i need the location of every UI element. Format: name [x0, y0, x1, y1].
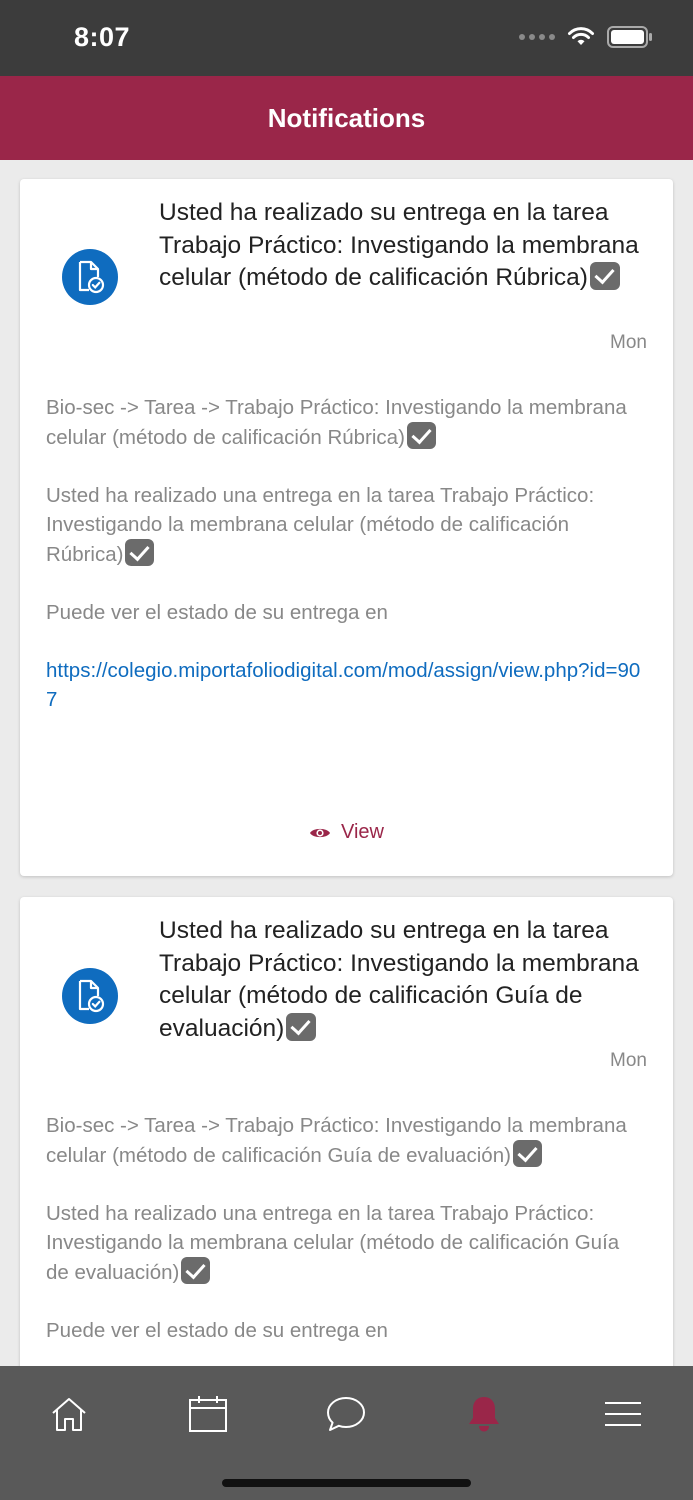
- notification-title: Usted ha realizado su entrega en la tare…: [159, 199, 639, 291]
- submission-link[interactable]: https://colegio.miportafoliodigital.com/…: [46, 659, 640, 711]
- chat-icon: [327, 1397, 365, 1431]
- notification-message: Usted ha realizado una entrega en la tar…: [46, 1202, 620, 1284]
- wifi-icon: [568, 27, 594, 45]
- notification-context: Bio-sec -> Tarea -> Trabajo Práctico: In…: [46, 396, 627, 449]
- view-button-label: View: [341, 821, 384, 843]
- page-title: Notifications: [267, 102, 426, 133]
- notification-message: Usted ha realizado una entrega en la tar…: [46, 484, 595, 566]
- checkbox-emoji-icon: [512, 1140, 542, 1167]
- notification-card[interactable]: Usted ha realizado su entrega en la tare…: [20, 897, 673, 1366]
- checkbox-emoji-icon: [181, 1257, 211, 1284]
- checkbox-emoji-icon: [286, 1012, 317, 1041]
- notification-body: Bio-sec -> Tarea -> Trabajo Práctico: In…: [46, 1111, 647, 1366]
- assignment-submitted-icon: [62, 968, 118, 1024]
- home-indicator: [222, 1479, 471, 1487]
- signal-icon: [519, 34, 555, 40]
- battery-icon: [607, 26, 652, 48]
- bell-icon: [469, 1397, 499, 1432]
- app-header: Notifications: [0, 76, 693, 160]
- notification-body: Bio-sec -> Tarea -> Trabajo Práctico: In…: [46, 393, 647, 743]
- notification-status-text: Puede ver el estado de su entrega en: [46, 1319, 388, 1342]
- checkbox-emoji-icon: [589, 262, 620, 290]
- tab-home[interactable]: [41, 1388, 97, 1440]
- status-time: 8:07: [74, 22, 131, 52]
- tab-notifications[interactable]: [456, 1388, 512, 1440]
- checkbox-emoji-icon: [406, 422, 436, 449]
- notification-title: Usted ha realizado su entrega en la tare…: [159, 917, 639, 1042]
- notification-time: Mon: [610, 332, 647, 353]
- tab-more[interactable]: [595, 1388, 651, 1440]
- notifications-list[interactable]: Usted ha realizado su entrega en la tare…: [0, 160, 693, 1366]
- notification-context: Bio-sec -> Tarea -> Trabajo Práctico: In…: [46, 1114, 627, 1167]
- tab-calendar[interactable]: [180, 1388, 236, 1440]
- assignment-submitted-icon: [62, 249, 118, 305]
- menu-icon: [605, 1402, 641, 1426]
- notification-time: Mon: [610, 1050, 647, 1071]
- view-button[interactable]: View: [20, 821, 673, 844]
- notification-card[interactable]: Usted ha realizado su entrega en la tare…: [20, 179, 673, 876]
- notification-status-text: Puede ver el estado de su entrega en: [46, 601, 388, 624]
- status-icons: [519, 26, 653, 48]
- home-icon: [52, 1398, 86, 1431]
- checkbox-emoji-icon: [125, 539, 155, 566]
- eye-icon: [310, 828, 330, 837]
- calendar-icon: [189, 1396, 227, 1432]
- status-bar: 8:07: [0, 0, 693, 76]
- tab-messages[interactable]: [318, 1388, 374, 1440]
